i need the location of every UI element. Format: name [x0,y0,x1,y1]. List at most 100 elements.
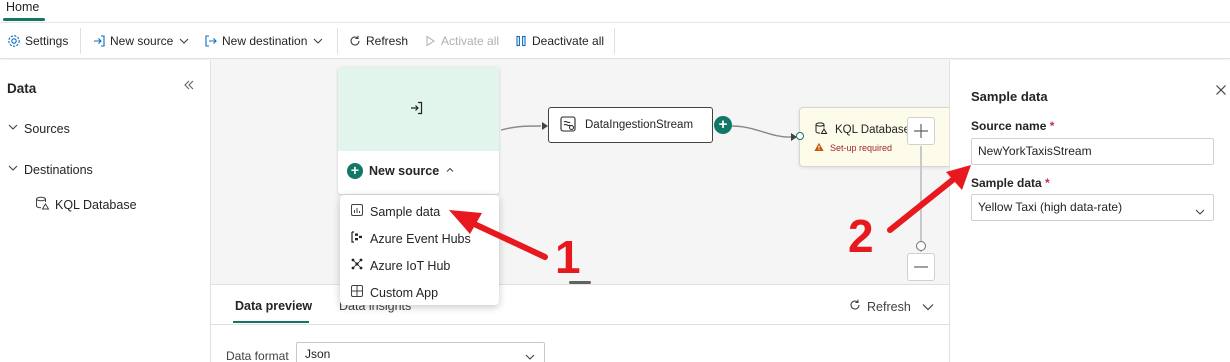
destinations-label: Destinations [24,162,93,177]
menu-item-label: Custom App [370,285,439,300]
required-marker: * [1049,119,1055,133]
deactivate-all-button[interactable]: Deactivate all [514,32,604,50]
new-source-button[interactable]: New source [92,32,191,50]
kql-node-title: KQL Database [814,121,910,138]
menu-item-custom-app[interactable]: Custom App [350,284,438,301]
minus-icon [914,266,928,268]
menu-item-azure-event-hubs[interactable]: Azure Event Hubs [350,230,471,247]
sign-in-icon [92,34,106,48]
tab-home[interactable]: Home [6,0,39,20]
menu-item-label: Azure Event Hubs [370,231,471,246]
add-circle-icon: + [347,163,363,179]
menu-item-azure-iot-hub[interactable]: Azure IoT Hub [350,257,450,274]
zoom-slider-track[interactable] [920,146,922,252]
toolbar: Settings New source New destination Refr… [0,23,1230,59]
new-source-canvas-button[interactable]: + New source [347,163,455,179]
tab-active-indicator [3,18,45,21]
preview-divider [211,324,949,325]
activate-all-button[interactable]: Activate all [423,32,499,50]
preview-refresh-button[interactable]: Refresh [848,298,911,315]
data-panel-title: Data [7,81,37,96]
destinations-group[interactable]: Destinations [7,162,93,177]
eventstream-node[interactable]: DataIngestionStream [548,107,713,143]
event-hubs-icon [350,230,364,247]
add-destination-icon[interactable]: + [714,116,732,134]
chevron-down-icon[interactable] [921,300,935,314]
zoom-slider-thumb[interactable] [916,241,926,251]
database-warning-icon [34,195,50,214]
toolbar-divider [80,28,81,54]
new-source-card[interactable]: + New source [338,67,499,194]
sign-in-icon [408,100,424,116]
chevron-down-icon [1194,202,1206,227]
sample-data-label-text: Sample data [971,176,1042,190]
new-source-menu: Sample data Azure Event Hubs Azure IoT H… [340,195,499,305]
source-name-label: Source name * [971,119,1054,133]
toolbar-divider [614,28,615,54]
data-format-value: Json [305,347,331,361]
menu-item-sample-data[interactable]: Sample data [350,203,440,220]
play-icon [423,34,437,48]
new-destination-label: New destination [222,34,308,48]
refresh-icon [348,34,362,48]
zoom-out-button[interactable] [907,253,935,281]
data-format-select[interactable]: Json [296,342,545,362]
destination-item-kql-database[interactable]: KQL Database [34,195,137,214]
new-source-canvas-label: New source [369,164,440,178]
chevron-down-icon [524,348,536,362]
chart-icon [350,203,364,220]
sample-data-panel: Sample data Source name * NewYorkTaxisSt… [949,60,1230,362]
pause-icon [514,34,528,48]
eventstream-node-label: DataIngestionStream [585,119,694,131]
menu-item-label: Sample data [370,204,441,219]
sample-data-panel-title: Sample data [971,89,1048,104]
toolbar-divider [337,28,338,54]
refresh-icon [848,298,862,315]
iot-hub-icon [350,257,364,274]
sources-group[interactable]: Sources [7,121,70,136]
source-name-label-text: Source name [971,119,1047,133]
connector-line [500,125,542,131]
chevron-down-icon [311,34,325,48]
ribbon-tabs: Home [0,0,1230,24]
settings-button[interactable]: Settings [7,32,68,50]
sample-data-value: Yellow Taxi (high data-rate) [978,200,1123,214]
collapse-panel-icon[interactable] [182,78,196,92]
zoom-in-button[interactable] [907,117,935,145]
data-format-label: Data format [226,349,289,362]
deactivate-all-label: Deactivate all [532,34,605,48]
new-source-card-header [338,67,499,151]
chevron-up-icon [445,164,455,178]
kql-node-status: Set-up required [814,142,892,154]
preview-refresh-label: Refresh [867,299,911,314]
sign-out-icon [204,34,218,48]
data-panel: Data Sources Destinations KQL Database [0,60,211,362]
sample-data-select[interactable]: Yellow Taxi (high data-rate) [971,194,1214,221]
new-destination-button[interactable]: New destination [204,32,325,50]
tab-active-indicator [233,321,309,323]
database-icon [814,121,828,138]
gear-icon [7,34,21,48]
apps-icon [350,284,364,301]
annotation-step-2: 2 [848,210,874,262]
chevron-down-icon [177,34,191,48]
connector-line [731,125,792,138]
refresh-button[interactable]: Refresh [348,32,408,50]
menu-item-label: Azure IoT Hub [370,258,451,273]
sources-label: Sources [24,121,70,136]
close-icon[interactable] [1215,84,1227,96]
activate-all-label: Activate all [441,34,500,48]
node-input-port [796,132,804,140]
source-name-input[interactable]: NewYorkTaxisStream [971,138,1214,165]
kql-node-label: KQL Database [835,123,911,136]
plus-icon [914,124,928,138]
chevron-down-icon [7,162,19,177]
eventstream-icon [559,115,577,136]
kql-node-status-label: Set-up required [830,143,893,153]
kql-database-label: KQL Database [55,197,137,212]
annotation-step-1: 1 [555,231,581,283]
chevron-down-icon [7,121,19,136]
tab-data-preview[interactable]: Data preview [235,299,312,313]
settings-label: Settings [25,34,69,48]
new-source-label: New source [110,34,174,48]
